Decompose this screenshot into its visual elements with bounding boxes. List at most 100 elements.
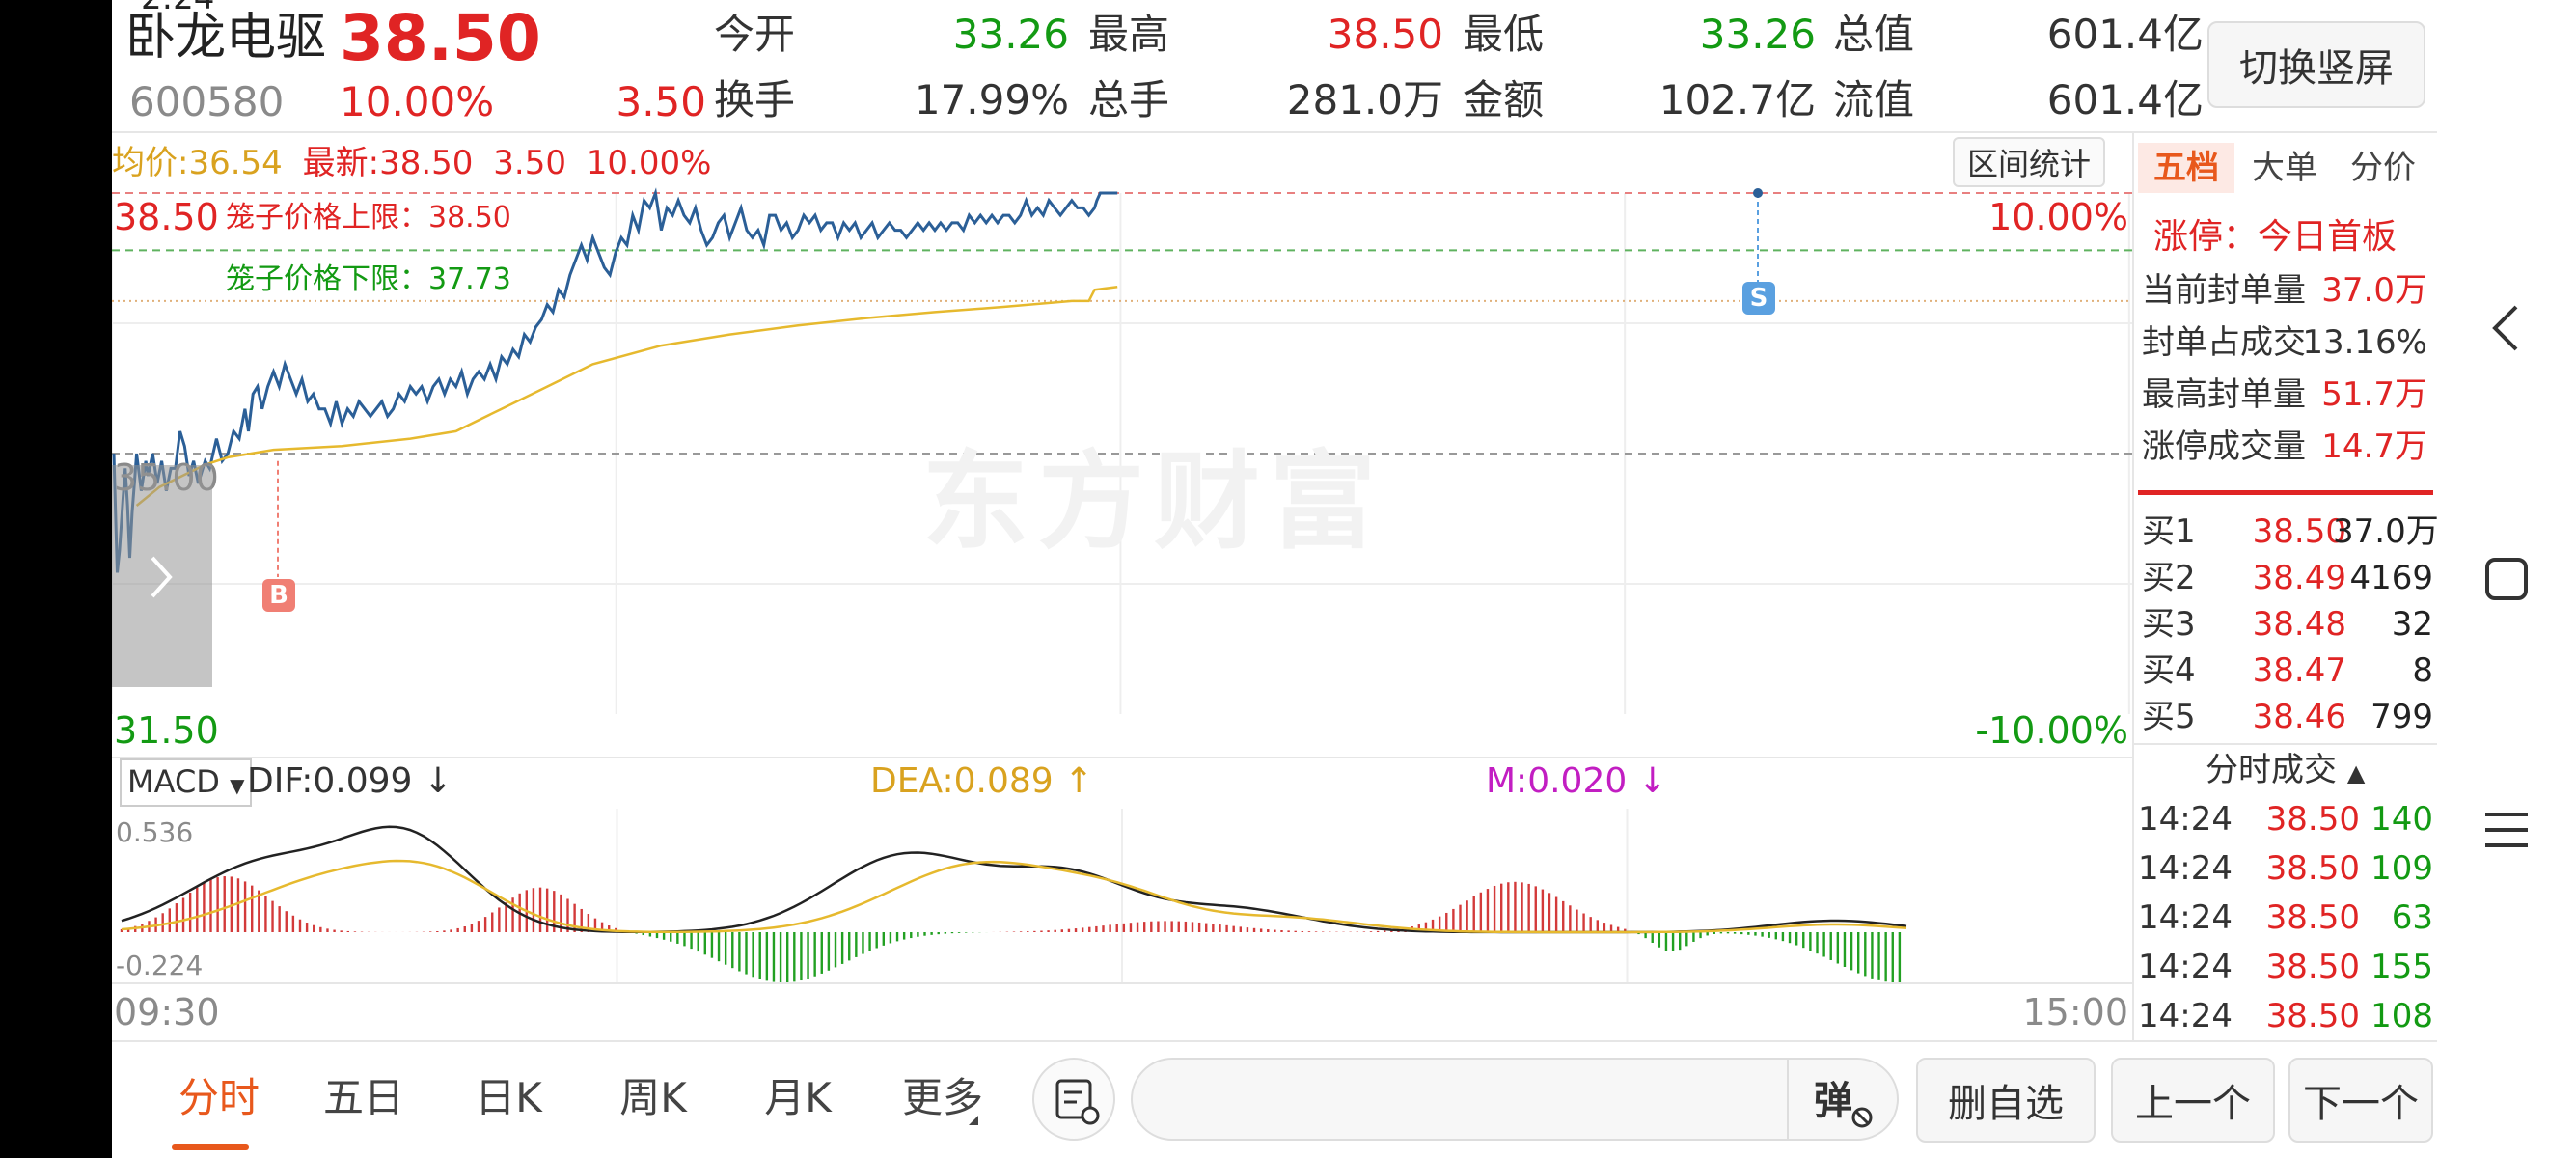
trade-volume: 108 xyxy=(2370,997,2433,1035)
menu-icon[interactable] xyxy=(2478,801,2535,859)
trade-price: 38.50 xyxy=(2265,849,2360,888)
macd-dea-line xyxy=(121,859,1907,934)
active-tab-underline xyxy=(172,1144,249,1150)
trade-volume: 63 xyxy=(2391,898,2433,937)
stat-label: 总手 xyxy=(1088,76,1170,124)
trade-price: 38.50 xyxy=(2265,948,2360,986)
svg-text:弹: 弹 xyxy=(1814,1079,1852,1123)
macd-dif: DIF:0.099 ↓ xyxy=(247,761,453,801)
system-nav-bar xyxy=(2437,0,2576,1158)
bid-volume: 8 xyxy=(2412,651,2433,690)
bid-row[interactable]: 买1 38.50 37.0万 xyxy=(2134,508,2437,554)
side-tab[interactable]: 大单 xyxy=(2236,143,2333,193)
stock-code: 600580 xyxy=(129,78,285,125)
bottom-tab[interactable]: 周K xyxy=(590,1069,716,1127)
upper-price-label: 38.50 xyxy=(114,196,219,238)
bid-price: 38.47 xyxy=(2252,651,2346,690)
limit-row-value: 37.0万 xyxy=(2321,271,2427,310)
bottom-tab[interactable]: 月K xyxy=(735,1069,861,1127)
macd-dif-line xyxy=(121,825,1907,934)
avg-value: 36.54 xyxy=(188,144,283,182)
bid-row[interactable]: 买5 38.46 799 xyxy=(2134,693,2437,739)
stat-label: 今开 xyxy=(714,11,796,58)
lower-pct-label: -10.00% xyxy=(1975,709,2128,752)
bid-label: 买3 xyxy=(2142,605,2196,644)
limit-title: 涨停：今日首板 xyxy=(2153,217,2398,257)
prev-stock-button[interactable]: 上一个 xyxy=(2111,1058,2275,1143)
stat-label: 总值 xyxy=(1833,11,1915,58)
sell-marker: S xyxy=(1742,282,1775,315)
stat-value: 102.7亿 xyxy=(1658,76,1816,124)
limit-row-value: 13.16% xyxy=(2302,323,2427,362)
stat-label: 最高 xyxy=(1088,11,1170,58)
comment-icon[interactable] xyxy=(1032,1058,1115,1141)
limit-row-label: 封单占成交 xyxy=(2142,323,2306,362)
next-stock-button[interactable]: 下一个 xyxy=(2288,1058,2433,1143)
trade-row: 14:24 38.50 108 xyxy=(2134,992,2437,1041)
comment-input[interactable] xyxy=(1131,1058,1899,1141)
limit-divider xyxy=(2138,490,2433,495)
bid-price: 38.48 xyxy=(2252,605,2346,644)
stat-label: 金额 xyxy=(1463,76,1545,124)
time-start-label: 09:30 xyxy=(114,991,220,1034)
trades-title[interactable]: 分时成交 ▲ xyxy=(2206,747,2365,796)
limit-up-dot xyxy=(1753,188,1763,198)
latest-pct: 10.00% xyxy=(586,144,712,182)
bid-volume: 37.0万 xyxy=(2333,512,2437,551)
latest-label: 最新: xyxy=(302,144,380,182)
stat-value: 601.4亿 xyxy=(2046,76,2204,124)
stock-app: 2:24 卧龙电驱 38.50 600580 10.00% 3.50 今开33.… xyxy=(112,0,2437,1158)
stat-value: 38.50 xyxy=(1327,11,1443,58)
back-icon[interactable] xyxy=(2478,299,2535,357)
latest-change: 3.50 xyxy=(493,144,566,182)
bid-row[interactable]: 买4 38.47 8 xyxy=(2134,647,2437,693)
home-icon[interactable] xyxy=(2478,550,2535,608)
bid-label: 买1 xyxy=(2142,512,2196,551)
trade-time: 14:24 xyxy=(2138,849,2233,888)
avg-label: 均价: xyxy=(112,144,189,182)
stat-value: 33.26 xyxy=(1699,11,1816,58)
bid-row[interactable]: 买3 38.48 32 xyxy=(2134,600,2437,647)
trade-time: 14:24 xyxy=(2138,898,2233,937)
cage-lower-label: 笼子价格下限：37.73 xyxy=(226,262,511,296)
limit-row-label: 涨停成交量 xyxy=(2142,427,2306,466)
stat-value: 601.4亿 xyxy=(2046,11,2204,58)
bottom-tab[interactable]: 分时 xyxy=(156,1069,282,1127)
macd-max-label: 0.536 xyxy=(116,816,194,848)
macd-dea: DEA:0.089 ↑ xyxy=(870,761,1094,801)
limit-row-value: 51.7万 xyxy=(2321,375,2427,414)
macd-chart[interactable] xyxy=(112,809,2132,982)
trade-row: 14:24 38.50 155 xyxy=(2134,943,2437,992)
stock-change: 3.50 xyxy=(616,78,706,125)
bottom-tab[interactable]: 更多 xyxy=(880,1069,1005,1127)
bid-row[interactable]: 买2 38.49 4169 xyxy=(2134,554,2437,600)
stock-pct: 10.00% xyxy=(340,78,495,125)
bid-label: 买5 xyxy=(2142,698,2196,736)
stock-price: 38.50 xyxy=(340,1,541,75)
trade-row: 14:24 38.50 109 xyxy=(2134,844,2437,894)
stat-value: 33.26 xyxy=(952,11,1069,58)
bottom-tab[interactable]: 五日 xyxy=(301,1069,426,1127)
macd-label: MACD xyxy=(127,763,220,800)
bottom-tab[interactable]: 日K xyxy=(446,1069,571,1127)
remove-watchlist-button[interactable]: 删自选 xyxy=(1916,1058,2096,1143)
side-tab[interactable]: 分价 xyxy=(2335,143,2431,193)
bid-volume: 799 xyxy=(2370,698,2433,736)
chevron-right-icon[interactable] xyxy=(141,548,179,606)
bid-label: 买4 xyxy=(2142,651,2196,690)
side-tab[interactable]: 五档 xyxy=(2138,143,2234,193)
bid-price: 38.46 xyxy=(2252,698,2346,736)
danmaku-icon[interactable]: 弹 xyxy=(1787,1060,1897,1139)
macd-m: M:0.020 ↓ xyxy=(1486,761,1667,801)
trade-row: 14:24 38.50 140 xyxy=(2134,795,2437,844)
switch-portrait-button[interactable]: 切换竖屏 xyxy=(2207,21,2425,108)
trade-time: 14:24 xyxy=(2138,800,2233,839)
interval-stats-button[interactable]: 区间统计 xyxy=(1953,137,2105,187)
trade-price: 38.50 xyxy=(2265,997,2360,1035)
stat-label: 换手 xyxy=(714,76,796,124)
bid-label: 买2 xyxy=(2142,559,2196,597)
bid-price: 38.50 xyxy=(2252,512,2346,551)
macd-selector[interactable]: MACD ▼ xyxy=(120,758,253,807)
time-end-label: 15:00 xyxy=(2022,991,2128,1034)
stat-value: 281.0万 xyxy=(1286,76,1443,124)
